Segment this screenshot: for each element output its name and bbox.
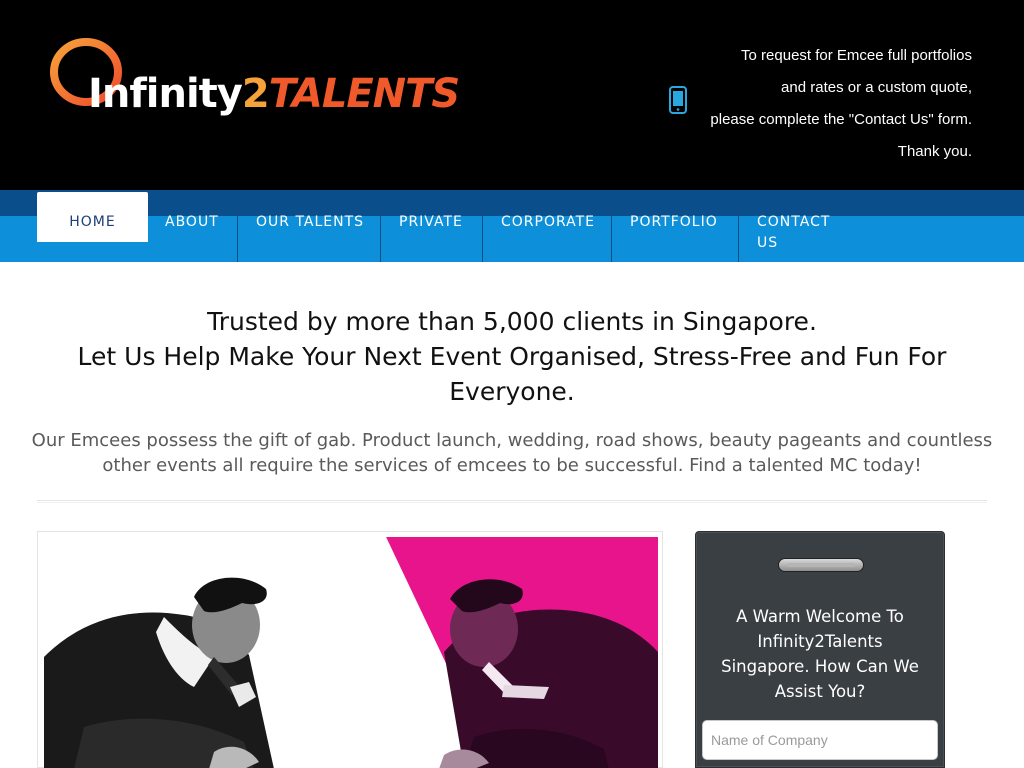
hero-title: Trusted by more than 5,000 clients in Si… <box>30 304 994 409</box>
nav-divider <box>237 198 238 262</box>
hero-title-line1: Trusted by more than 5,000 clients in Si… <box>207 307 817 336</box>
contact-note-line: Thank you. <box>897 143 972 160</box>
nav-divider <box>738 198 739 262</box>
hero-description: Our Emcees possess the gift of gab. Prod… <box>31 430 993 476</box>
contact-note-line: To request for Emcee full portfolios <box>741 47 972 64</box>
nav-item-portfolio[interactable]: PORTFOLIO <box>630 192 718 262</box>
nav-divider <box>482 198 483 262</box>
enquiry-title: A Warm Welcome To Infinity2Talents Singa… <box>721 607 919 701</box>
logo-word-infinity: Infinity <box>88 71 243 117</box>
enquiry-panel: A Warm Welcome To Infinity2Talents Singa… <box>695 531 945 768</box>
featured-photo <box>44 537 658 768</box>
contact-note-line: please complete the "Contact Us" form. <box>710 111 972 128</box>
panel-hanger-icon <box>778 558 864 572</box>
featured-photo-frame <box>37 531 663 768</box>
emcee-photo-image <box>44 537 658 768</box>
nav-divider <box>611 198 612 262</box>
company-name-input[interactable] <box>702 720 938 760</box>
site-logo[interactable]: Infinity2TALENTS <box>48 36 488 136</box>
logo-wordmark: Infinity2TALENTS <box>88 71 461 117</box>
nav-item-about[interactable]: ABOUT <box>165 192 219 262</box>
mobile-phone-icon <box>669 86 687 114</box>
hero-title-line2: Let Us Help Make Your Next Event Organis… <box>77 342 947 406</box>
header-contact-note: To request for Emcee full portfolios and… <box>690 40 972 168</box>
emcee-left-figure <box>44 577 274 768</box>
nav-item-home[interactable]: HOME <box>37 192 148 242</box>
logo-word-2: 2 <box>241 71 270 117</box>
nav-item-private[interactable]: PRIVATE <box>399 192 463 262</box>
site-header: Infinity2TALENTS To request for Emcee fu… <box>0 0 1024 190</box>
nav-item-our-talents[interactable]: OUR TALENTS <box>256 192 366 262</box>
section-divider <box>37 500 987 503</box>
nav-divider <box>380 198 381 262</box>
nav-item-corporate[interactable]: CORPORATE <box>501 192 595 262</box>
logo-word-talents: TALENTS <box>268 71 461 117</box>
nav-item-contact-us[interactable]: CONTACT US <box>757 192 847 262</box>
main-nav: HOME ABOUT OUR TALENTS PRIVATE CORPORATE… <box>0 190 1024 262</box>
contact-note-line: and rates or a custom quote, <box>781 79 972 96</box>
